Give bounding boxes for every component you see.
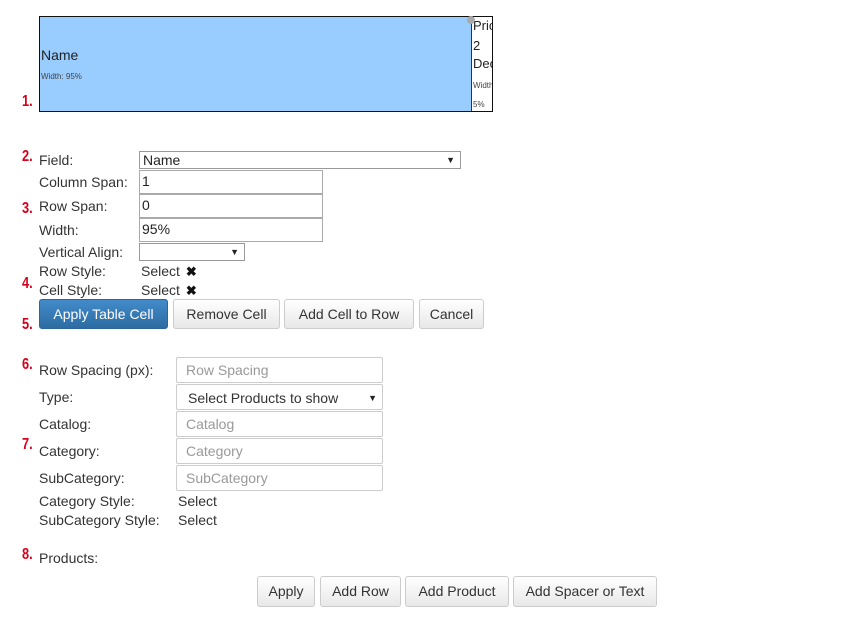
add-product-button[interactable]: Add Product	[405, 576, 509, 607]
row-spacing-input[interactable]: Row Spacing	[176, 357, 383, 383]
remove-cell-button[interactable]: Remove Cell	[173, 299, 280, 329]
clear-row-style-icon[interactable]: ✖	[186, 264, 197, 279]
step-marker-3: 3.	[22, 200, 33, 217]
category-style-label: Category Style:	[39, 493, 135, 509]
dropdown-arrow-icon: ▼	[446, 155, 455, 165]
type-select[interactable]: Select Products to show ▼	[176, 384, 383, 410]
table-preview: Name Width: 95% Pric 2 Dec Width 5%	[39, 16, 493, 112]
side-cell-line: 2	[473, 38, 481, 53]
type-label: Type:	[39, 389, 74, 405]
row-style-value: Select	[141, 263, 180, 279]
apply-table-cell-button[interactable]: Apply Table Cell	[39, 299, 168, 329]
field-select[interactable]: Name ▼	[139, 151, 461, 169]
step-marker-5: 5.	[22, 316, 33, 333]
field-select-value: Name	[143, 152, 181, 168]
add-spacer-or-text-button[interactable]: Add Spacer or Text	[513, 576, 657, 607]
cell-style-label: Cell Style:	[39, 282, 103, 298]
subcategory-label: SubCategory:	[39, 470, 125, 486]
cell-name: Name	[41, 47, 79, 63]
dropdown-arrow-icon: ▼	[230, 247, 239, 257]
add-cell-to-row-button[interactable]: Add Cell to Row	[284, 299, 414, 329]
step-marker-8: 8.	[22, 546, 33, 563]
row-span-input[interactable]: 0	[139, 194, 323, 218]
vertical-align-label: Vertical Align:	[39, 244, 124, 260]
catalog-label: Catalog:	[39, 416, 92, 432]
row-span-label: Row Span:	[39, 198, 108, 214]
cancel-button[interactable]: Cancel	[419, 299, 484, 329]
add-row-button[interactable]: Add Row	[320, 576, 401, 607]
category-input[interactable]: Category	[176, 438, 383, 464]
width-input[interactable]: 95%	[139, 218, 323, 242]
products-label: Products:	[39, 550, 99, 566]
step-marker-2: 2.	[22, 148, 33, 165]
step-marker-1: 1.	[22, 93, 33, 110]
row-spacing-label: Row Spacing (px):	[39, 362, 154, 378]
side-cell-width-label: Width	[473, 81, 492, 90]
step-marker-6: 6.	[22, 356, 33, 373]
column-span-input[interactable]: 1	[139, 170, 323, 194]
selected-table-cell[interactable]: Name Width: 95%	[40, 17, 472, 111]
catalog-input[interactable]: Catalog	[176, 411, 383, 437]
dropdown-arrow-icon: ▼	[368, 393, 377, 403]
subcategory-style-select[interactable]: Select	[178, 512, 217, 528]
step-marker-7: 7.	[22, 436, 33, 453]
step-marker-4: 4.	[22, 275, 33, 292]
table-cell-side[interactable]: Pric 2 Dec Width 5%	[472, 17, 492, 111]
resize-handle[interactable]	[467, 16, 475, 24]
cell-style-value: Select	[141, 282, 180, 298]
column-span-label: Column Span:	[39, 174, 128, 190]
row-style-select[interactable]: Select ✖	[141, 263, 197, 280]
side-cell-line: Pric	[473, 18, 492, 33]
type-select-value: Select Products to show	[188, 390, 339, 406]
row-style-label: Row Style:	[39, 263, 106, 279]
subcategory-style-label: SubCategory Style:	[39, 512, 160, 528]
side-cell-width-value: 5%	[473, 100, 485, 109]
apply-button[interactable]: Apply	[257, 576, 315, 607]
subcategory-input[interactable]: SubCategory	[176, 465, 383, 491]
category-style-select[interactable]: Select	[178, 493, 217, 509]
category-label: Category:	[39, 443, 100, 459]
width-label: Width:	[39, 222, 79, 238]
clear-cell-style-icon[interactable]: ✖	[186, 283, 197, 298]
cell-width-text: Width: 95%	[41, 72, 82, 81]
vertical-align-select[interactable]: ▼	[139, 243, 245, 261]
field-label: Field:	[39, 152, 74, 168]
cell-style-select[interactable]: Select ✖	[141, 282, 197, 299]
side-cell-line: Dec	[473, 56, 492, 71]
